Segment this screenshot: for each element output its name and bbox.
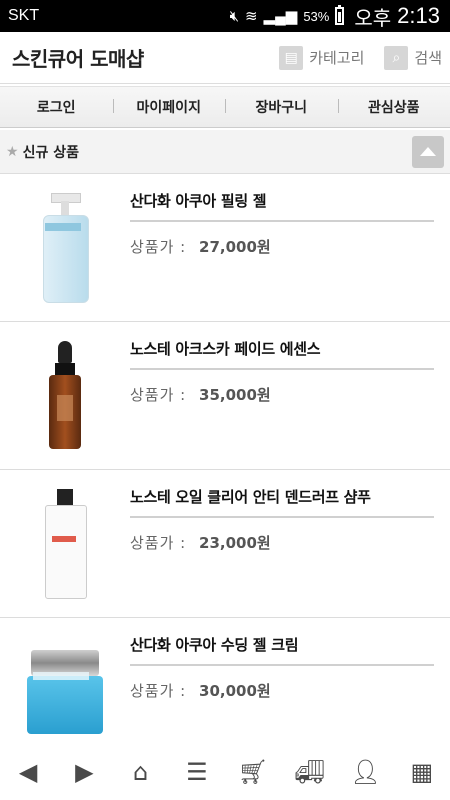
forward-icon[interactable]: ▶ bbox=[64, 752, 104, 792]
home-icon[interactable]: ⌂ bbox=[121, 752, 161, 792]
search-icon: ⌕ bbox=[384, 45, 409, 70]
price-label: 상품가 : bbox=[130, 238, 187, 256]
product-item[interactable]: 산다화 아쿠아 수딩 젤 크림 상품가 : 30,000원 bbox=[0, 618, 450, 742]
back-icon[interactable]: ◀ bbox=[8, 752, 48, 792]
ribbon-icon: ★ bbox=[6, 143, 19, 160]
delivery-icon[interactable]: 🚚︎ bbox=[289, 752, 329, 792]
price-label: 상품가 : bbox=[130, 534, 187, 552]
product-image[interactable] bbox=[20, 188, 110, 308]
nav-wishlist[interactable]: 관심상품 bbox=[337, 97, 450, 117]
arrow-up-icon bbox=[420, 147, 436, 156]
product-image[interactable] bbox=[20, 336, 110, 456]
cream-jar-image bbox=[25, 650, 105, 736]
scroll-top-button[interactable] bbox=[412, 135, 444, 168]
shampoo-bottle-image bbox=[43, 489, 87, 599]
product-image[interactable] bbox=[20, 484, 110, 604]
status-bar: SKT 🔇︎ ≋ ▂▄▆ 53% 오후 2:13 bbox=[0, 0, 450, 32]
product-item[interactable]: 노스테 오일 클리어 안티 덴드러프 샴푸 상품가 : 23,000원 bbox=[0, 470, 450, 618]
pump-bottle-image bbox=[41, 193, 89, 303]
divider bbox=[130, 368, 434, 370]
product-item[interactable]: 산다화 아쿠아 필링 젤 상품가 : 27,000원 bbox=[0, 174, 450, 322]
product-item[interactable]: 노스테 아크스카 페이드 에센스 상품가 : 35,000원 bbox=[0, 322, 450, 470]
battery-icon bbox=[335, 5, 345, 25]
price-row: 상품가 : 35,000원 bbox=[130, 384, 271, 405]
divider bbox=[130, 516, 434, 518]
product-image[interactable] bbox=[20, 648, 110, 738]
clock: 2:13 bbox=[397, 3, 440, 28]
nav-login[interactable]: 로그인 bbox=[0, 97, 113, 117]
divider bbox=[130, 664, 434, 666]
cart-icon[interactable]: 🛒︎ bbox=[233, 752, 273, 792]
nav-mypage[interactable]: 마이페이지 bbox=[112, 97, 226, 117]
site-header: 스킨큐어 도매샵 ▤ 카테고리 ⌕ 검색 bbox=[0, 32, 450, 84]
mute-icon: 🔇︎ bbox=[229, 7, 240, 25]
ampm-label: 오후 bbox=[354, 7, 392, 30]
price-label: 상품가 : bbox=[130, 386, 187, 404]
wifi-icon: ≋ bbox=[245, 7, 258, 25]
price-value: 35,000원 bbox=[199, 386, 271, 404]
status-indicators: 🔇︎ ≋ ▂▄▆ 53% 오후 2:13 bbox=[230, 2, 440, 31]
price-row: 상품가 : 27,000원 bbox=[130, 236, 271, 257]
signal-icon: ▂▄▆ bbox=[263, 7, 298, 25]
dropper-bottle-image bbox=[45, 341, 85, 451]
price-row: 상품가 : 23,000원 bbox=[130, 532, 271, 553]
price-value: 30,000원 bbox=[199, 682, 271, 700]
product-name[interactable]: 노스테 아크스카 페이드 에센스 bbox=[130, 338, 321, 359]
product-name[interactable]: 산다화 아쿠아 필링 젤 bbox=[130, 190, 267, 211]
category-button[interactable]: ▤ 카테고리 bbox=[279, 45, 365, 70]
search-button[interactable]: ⌕ 검색 bbox=[384, 45, 442, 70]
product-name[interactable]: 노스테 오일 클리어 안티 덴드러프 샴푸 bbox=[130, 486, 371, 507]
site-title[interactable]: 스킨큐어 도매샵 bbox=[12, 43, 259, 72]
price-value: 27,000원 bbox=[199, 238, 271, 256]
section-title: 신규 상품 bbox=[22, 144, 79, 161]
grid-icon[interactable]: ▦ bbox=[402, 752, 442, 792]
divider bbox=[130, 220, 434, 222]
list-icon[interactable]: ☰ bbox=[177, 752, 217, 792]
section-header: ★ 신규 상품 bbox=[0, 130, 450, 174]
price-value: 23,000원 bbox=[199, 534, 271, 552]
bottom-toolbar: ◀ ▶ ⌂ ☰ 🛒︎ 🚚︎ 👤︎ ▦ bbox=[0, 744, 450, 800]
price-label: 상품가 : bbox=[130, 682, 187, 700]
nav-cart[interactable]: 장바구니 bbox=[225, 97, 338, 117]
battery-percent: 53% bbox=[303, 8, 330, 24]
price-row: 상품가 : 30,000원 bbox=[130, 680, 271, 701]
category-label: 카테고리 bbox=[309, 49, 365, 67]
search-label: 검색 bbox=[414, 49, 442, 67]
user-icon[interactable]: 👤︎ bbox=[346, 752, 386, 792]
product-name[interactable]: 산다화 아쿠아 수딩 젤 크림 bbox=[130, 634, 299, 655]
top-nav: 로그인 마이페이지 장바구니 관심상품 bbox=[0, 86, 450, 128]
carrier-name: SKT bbox=[8, 7, 40, 24]
product-list: 산다화 아쿠아 필링 젤 상품가 : 27,000원 노스테 아크스카 페이드 … bbox=[0, 174, 450, 742]
category-icon: ▤ bbox=[279, 45, 304, 70]
